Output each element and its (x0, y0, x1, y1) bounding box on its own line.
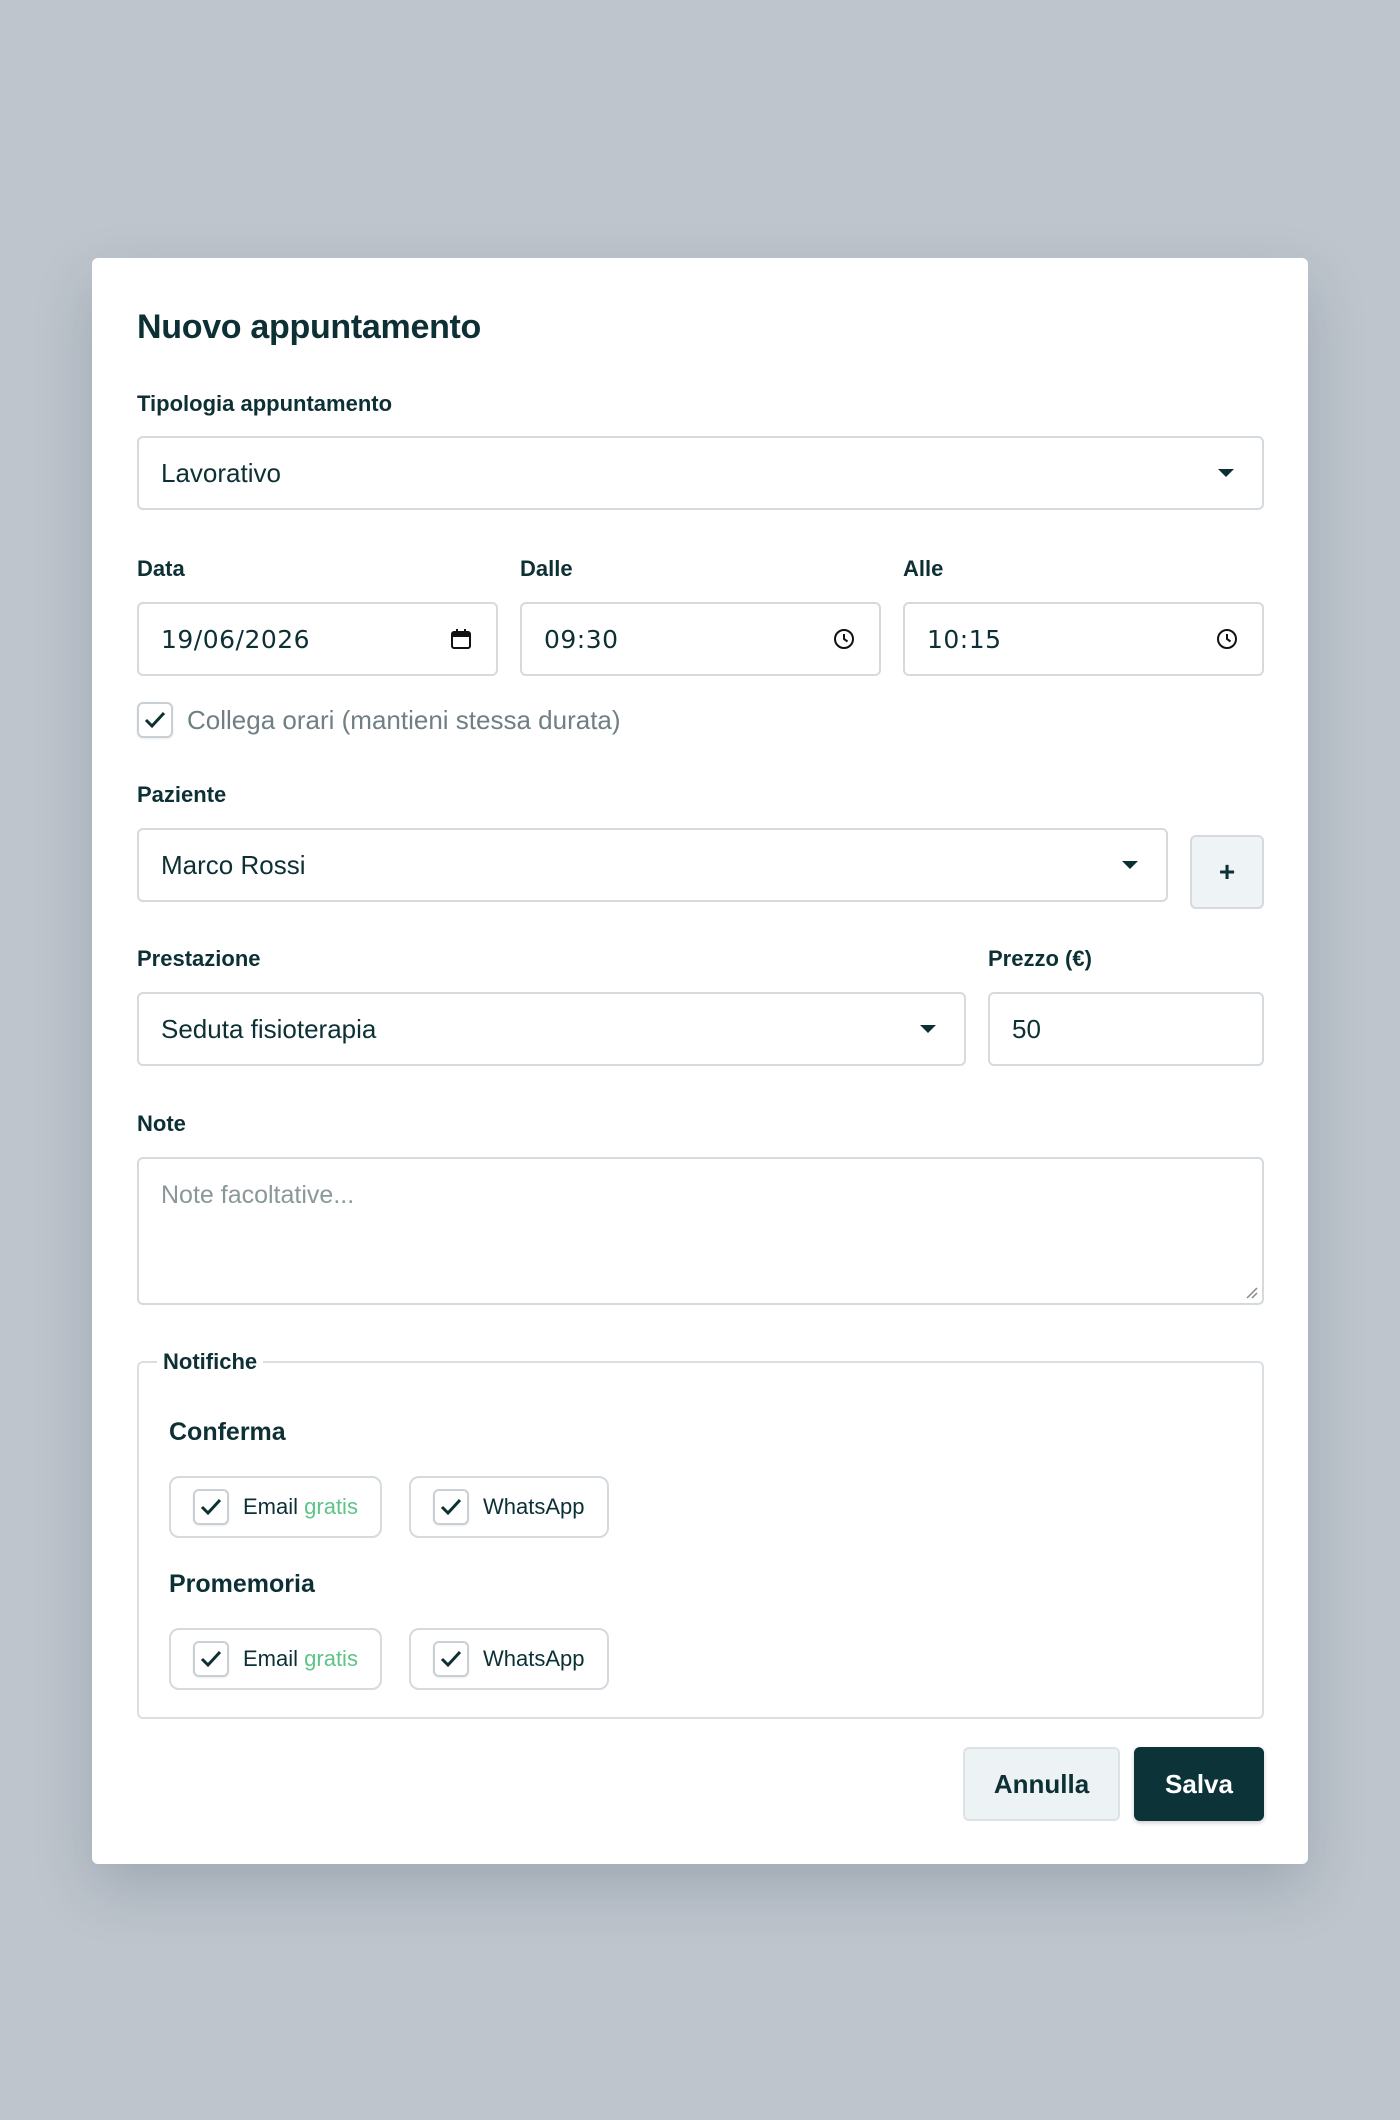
from-value: 09:30 (544, 624, 619, 654)
modal-title: Nuovo appuntamento (137, 308, 482, 346)
patient-value: Marco Rossi (161, 849, 306, 880)
clock-icon[interactable] (1214, 626, 1240, 652)
cancel-button[interactable]: Annulla (963, 1747, 1120, 1821)
add-patient-button[interactable]: + (1190, 835, 1264, 909)
reminder-email-label: Email (243, 1646, 299, 1671)
confirm-title: Conferma (169, 1418, 286, 1446)
notes-placeholder: Note facoltative... (161, 1181, 355, 1209)
reminder-whatsapp-checkbox[interactable] (433, 1641, 469, 1677)
type-select[interactable]: Lavorativo (137, 436, 1264, 510)
notes-label: Note (137, 1111, 186, 1136)
notifications-legend: Notifiche (157, 1349, 264, 1375)
chevron-down-icon (920, 1025, 936, 1033)
price-input[interactable]: 50 (988, 992, 1264, 1066)
service-value: Seduta fisioterapia (161, 1013, 377, 1044)
confirm-email-label: Email (243, 1494, 299, 1519)
to-value: 10:15 (927, 624, 1002, 654)
link-times-checkbox[interactable] (137, 702, 173, 738)
check-icon (144, 711, 166, 729)
reminder-title: Promemoria (169, 1570, 315, 1598)
confirm-email-option[interactable]: Email gratis (169, 1476, 382, 1538)
date-value: 19/06/2026 (161, 624, 311, 654)
check-icon (440, 1498, 462, 1516)
chevron-down-icon (1122, 861, 1138, 869)
to-label: Alle (903, 556, 944, 581)
type-value: Lavorativo (161, 457, 281, 488)
reminder-whatsapp-option[interactable]: WhatsApp (409, 1628, 609, 1690)
from-time-input[interactable]: 09:30 (520, 602, 881, 676)
notifications-fieldset: Notifiche Conferma Email gratis WhatsApp… (137, 1349, 1264, 1719)
link-times-label: Collega orari (mantieni stessa durata) (187, 704, 621, 735)
reminder-email-badge: gratis (304, 1646, 358, 1671)
reminder-whatsapp-label: WhatsApp (483, 1646, 585, 1671)
confirm-whatsapp-label: WhatsApp (483, 1494, 585, 1519)
appointment-modal: Nuovo appuntamento Tipologia appuntament… (92, 258, 1308, 1864)
calendar-icon[interactable] (448, 626, 474, 652)
type-label: Tipologia appuntamento (137, 391, 393, 416)
confirm-whatsapp-option[interactable]: WhatsApp (409, 1476, 609, 1538)
confirm-email-badge: gratis (304, 1494, 358, 1519)
save-button[interactable]: Salva (1134, 1747, 1264, 1821)
confirm-whatsapp-checkbox[interactable] (433, 1489, 469, 1525)
to-time-input[interactable]: 10:15 (903, 602, 1264, 676)
patient-select[interactable]: Marco Rossi (137, 828, 1168, 902)
clock-icon[interactable] (831, 626, 857, 652)
check-icon (440, 1650, 462, 1668)
reminder-email-checkbox[interactable] (193, 1641, 229, 1677)
chevron-down-icon (1218, 469, 1234, 477)
resize-handle-icon[interactable] (1244, 1285, 1258, 1299)
link-times-row[interactable]: Collega orari (mantieni stessa durata) (137, 702, 621, 738)
check-icon (200, 1498, 222, 1516)
confirm-email-checkbox[interactable] (193, 1489, 229, 1525)
date-label: Data (137, 556, 185, 581)
notes-textarea[interactable]: Note facoltative... (137, 1157, 1264, 1305)
from-label: Dalle (520, 556, 573, 581)
check-icon (200, 1650, 222, 1668)
patient-label: Paziente (137, 782, 227, 807)
price-value: 50 (1012, 1013, 1041, 1044)
service-select[interactable]: Seduta fisioterapia (137, 992, 966, 1066)
price-label: Prezzo (€) (988, 946, 1092, 971)
date-input[interactable]: 19/06/2026 (137, 602, 498, 676)
reminder-email-option[interactable]: Email gratis (169, 1628, 382, 1690)
service-label: Prestazione (137, 946, 261, 971)
